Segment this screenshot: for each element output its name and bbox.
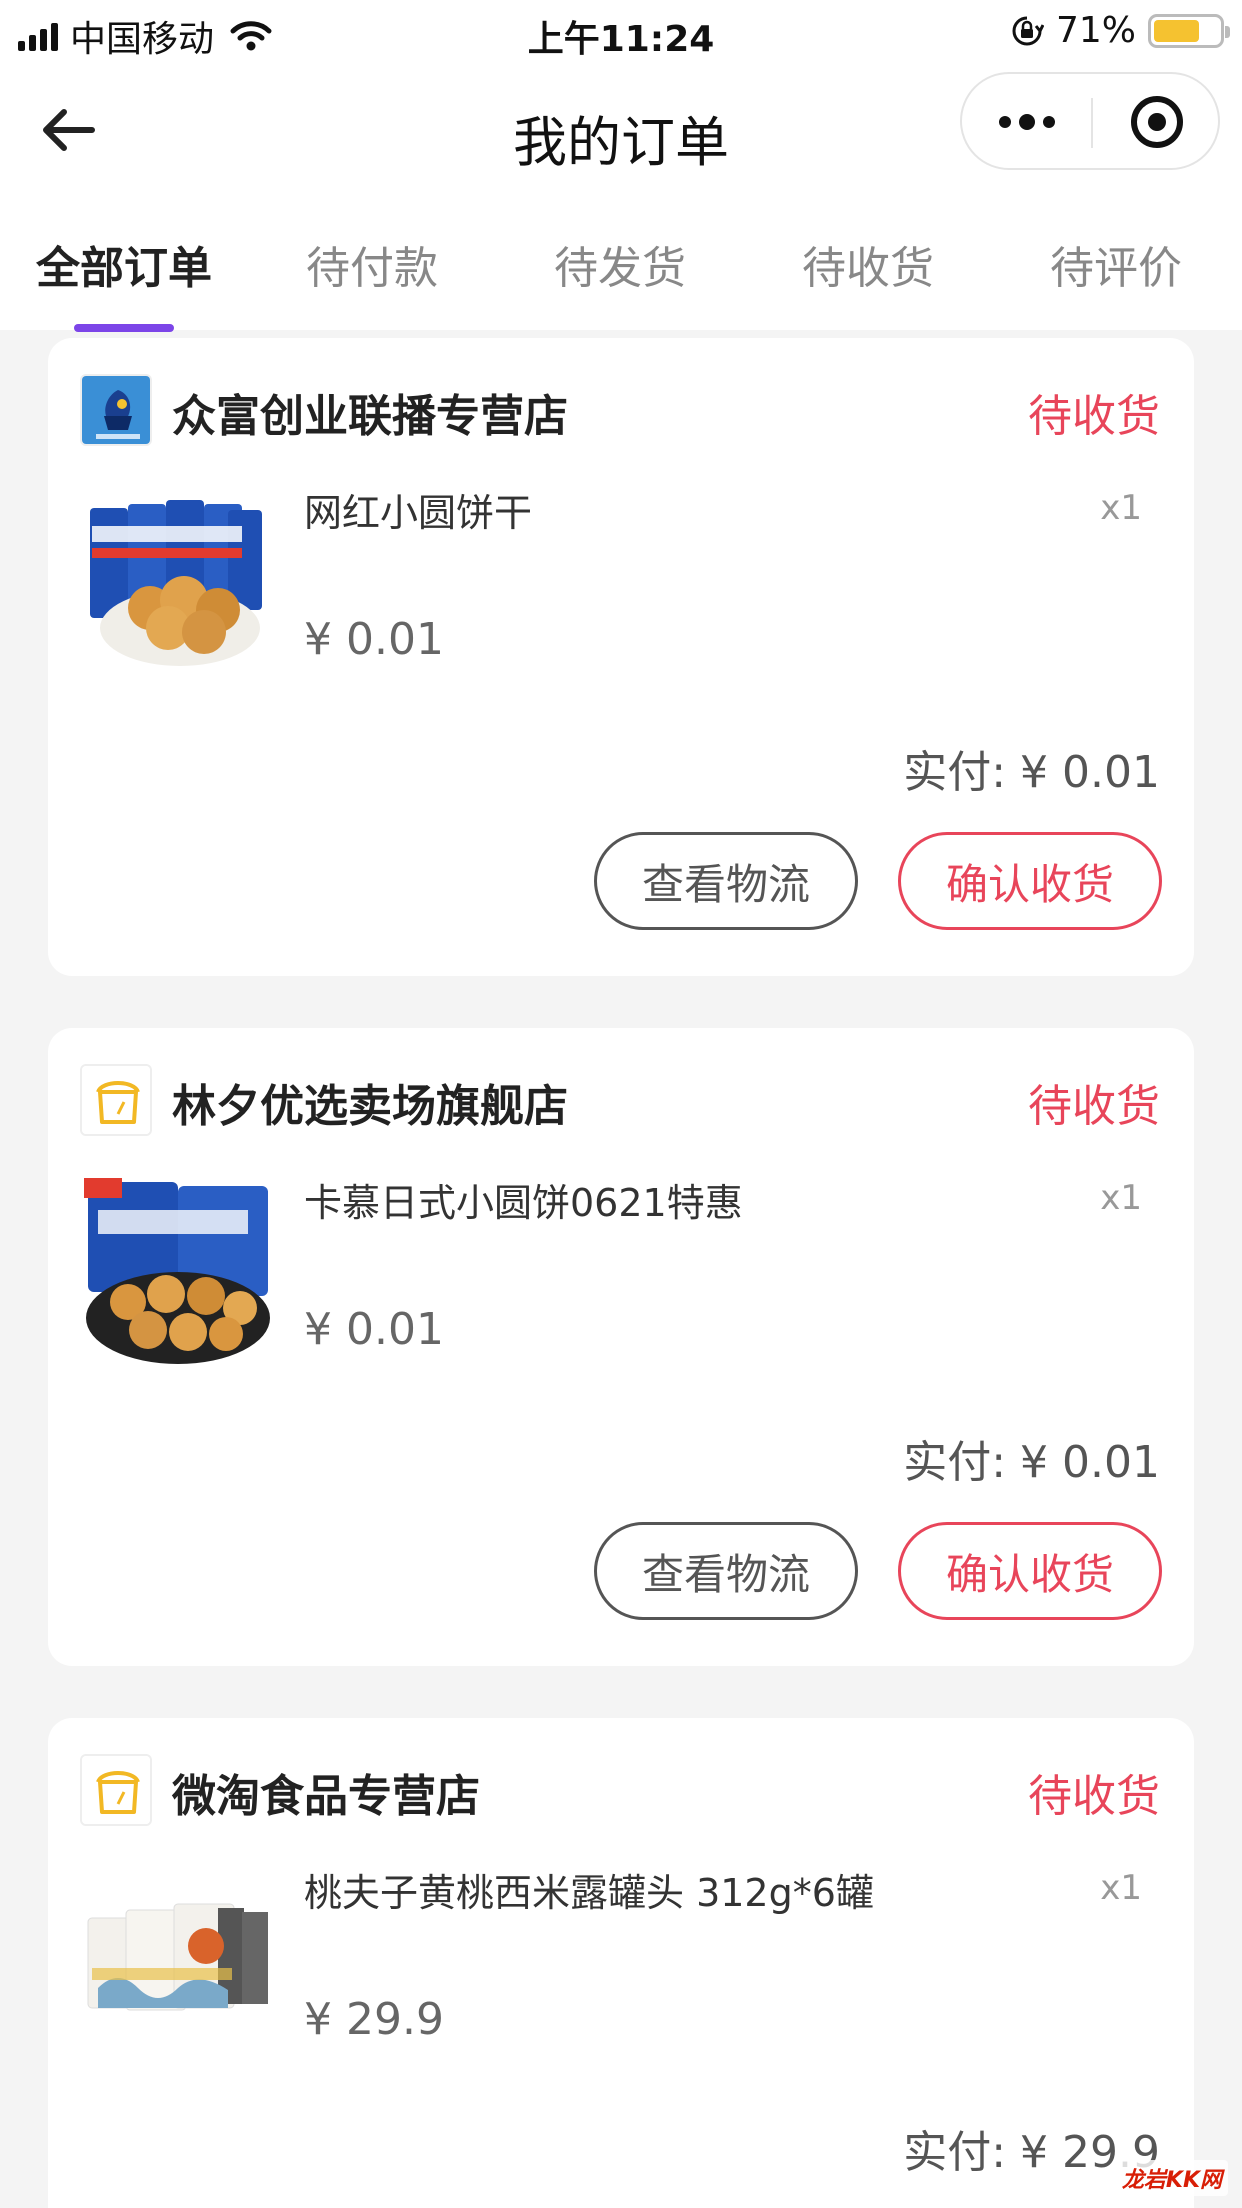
more-icon xyxy=(998,116,1011,128)
tab-all-orders[interactable]: 全部订单 xyxy=(14,232,234,296)
product-quantity: x1 xyxy=(1100,1178,1142,1218)
battery-level xyxy=(1154,19,1200,42)
orders-page: 中国移动 上午11:24 71% 我的订单 全部订单 待付款 待发货 待收货 待… xyxy=(0,0,1242,2208)
tab-pending-receipt[interactable]: 待收货 xyxy=(758,232,978,296)
status-right: 71% xyxy=(1010,10,1230,51)
product-name[interactable]: 网红小圆饼干 xyxy=(304,482,532,537)
confirm-receipt-button[interactable]: 确认收货 xyxy=(898,832,1162,930)
watermark-logo: 龙岩KK网 xyxy=(1115,2160,1228,2196)
product-image[interactable] xyxy=(78,478,278,678)
more-button[interactable] xyxy=(962,74,1091,170)
order-card[interactable]: 众富创业联播专营店 待收货 网红小圆饼干 x1 ¥ 0.01 实付: ¥ 0.0… xyxy=(48,338,1194,976)
store-name[interactable]: 微淘食品专营店 xyxy=(172,1760,480,1824)
product-image[interactable] xyxy=(78,1858,278,2058)
product-image[interactable] xyxy=(78,1168,278,1368)
tab-pending-shipment[interactable]: 待发货 xyxy=(510,232,730,296)
product-quantity: x1 xyxy=(1100,1868,1142,1908)
battery-icon xyxy=(1148,13,1230,48)
order-status: 待收货 xyxy=(1028,1771,1160,1822)
store-logo xyxy=(80,1754,152,1826)
order-tabs: 全部订单 待付款 待发货 待收货 待评价 xyxy=(0,192,1242,332)
status-bar: 中国移动 上午11:24 71% xyxy=(0,0,1242,62)
product-name[interactable]: 桃夫子黄桃西米露罐头 312g*6罐 xyxy=(304,1862,874,1917)
confirm-receipt-button[interactable]: 确认收货 xyxy=(898,1522,1162,1620)
view-logistics-button[interactable]: 查看物流 xyxy=(594,832,858,930)
view-logistics-button[interactable]: 查看物流 xyxy=(594,1522,858,1620)
store-logo xyxy=(80,374,152,446)
tab-pending-payment[interactable]: 待付款 xyxy=(262,232,482,296)
battery-percent: 71% xyxy=(1055,10,1136,51)
amount-paid: 实付: ¥ 0.01 xyxy=(903,1437,1160,1488)
order-card[interactable]: 微淘食品专营店 待收货 桃夫子黄桃西米露罐头 312g*6罐 x1 ¥ 29.9… xyxy=(48,1718,1194,2208)
product-price: ¥ 29.9 xyxy=(304,1994,444,2045)
mini-program-capsule xyxy=(960,72,1220,170)
order-status: 待收货 xyxy=(1028,1081,1160,1132)
product-quantity: x1 xyxy=(1100,488,1142,528)
nav-bar: 我的订单 xyxy=(0,62,1242,192)
tab-indicator xyxy=(74,324,174,332)
close-button[interactable] xyxy=(1093,74,1220,170)
orientation-lock-icon xyxy=(1012,16,1044,45)
close-target-icon xyxy=(1130,96,1183,148)
store-logo xyxy=(80,1064,152,1136)
store-name[interactable]: 众富创业联播专营店 xyxy=(172,380,568,444)
tab-pending-review[interactable]: 待评价 xyxy=(1006,232,1226,296)
product-price: ¥ 0.01 xyxy=(304,1304,444,1355)
order-card[interactable]: 林夕优选卖场旗舰店 待收货 卡慕日式小圆饼0621特惠 x1 ¥ 0.01 实付… xyxy=(48,1028,1194,1666)
product-name[interactable]: 卡慕日式小圆饼0621特惠 xyxy=(304,1172,743,1227)
amount-paid: 实付: ¥ 0.01 xyxy=(903,747,1160,798)
store-name[interactable]: 林夕优选卖场旗舰店 xyxy=(172,1070,568,1134)
product-price: ¥ 0.01 xyxy=(304,614,444,665)
order-status: 待收货 xyxy=(1028,391,1160,442)
